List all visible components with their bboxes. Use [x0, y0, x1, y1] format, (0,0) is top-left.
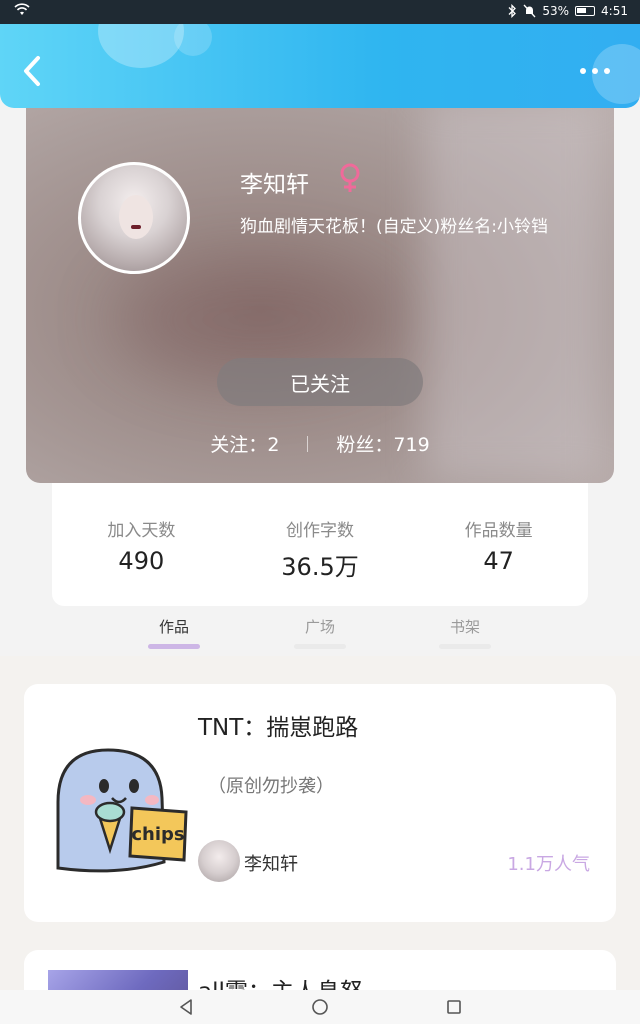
author-avatar[interactable]	[198, 840, 240, 882]
tab-bar: 作品 广场 书架	[0, 606, 640, 656]
background-blur	[424, 100, 604, 480]
following-label: 关注：	[210, 434, 268, 456]
stats-card: 加入天数 490 创作字数 36.5万 作品数量 47	[52, 478, 588, 606]
stat-works-count: 作品数量 47	[409, 478, 588, 606]
clock: 4:51	[601, 4, 628, 18]
following-stat[interactable]: 关注：2	[210, 430, 279, 457]
female-icon	[340, 163, 360, 192]
tab-label: 书架	[449, 618, 480, 636]
fans-label: 粉丝：	[336, 434, 394, 456]
work-subtitle: （原创勿抄袭）	[208, 776, 334, 797]
decor-bubble	[98, 24, 184, 68]
wifi-icon	[14, 3, 30, 15]
circle-home-icon[interactable]	[308, 995, 332, 1019]
following-count: 2	[267, 434, 280, 456]
avatar[interactable]	[78, 162, 190, 274]
dot	[580, 68, 586, 74]
stat-join-days: 加入天数 490	[52, 478, 231, 606]
stat-value: 490	[118, 547, 165, 575]
follow-button[interactable]: 已关注	[217, 358, 423, 406]
bluetooth-icon	[508, 4, 517, 18]
avatar-face	[119, 195, 153, 239]
user-name: 李知轩	[240, 172, 309, 198]
tab-plaza[interactable]: 广场	[290, 616, 350, 649]
tab-indicator	[148, 644, 200, 649]
triangle-back-icon[interactable]	[174, 995, 198, 1019]
battery-percent: 53%	[542, 4, 570, 18]
battery-icon	[575, 6, 596, 16]
stat-word-count: 创作字数 36.5万	[231, 478, 410, 606]
tab-label: 作品	[158, 618, 189, 636]
dot	[604, 68, 610, 74]
follow-stats: 关注：2 粉丝：719	[26, 430, 614, 457]
avatar-lips	[131, 225, 141, 229]
tab-indicator	[294, 644, 346, 649]
stat-value: 47	[483, 547, 514, 575]
system-nav-bar	[0, 990, 640, 1024]
more-dots-icon[interactable]	[580, 68, 610, 74]
mute-bell-icon	[523, 4, 536, 18]
decor-bubble	[174, 24, 212, 56]
status-bar: 53% 4:51	[0, 0, 640, 24]
stat-label: 作品数量	[464, 521, 533, 541]
back-arrow-icon[interactable]	[18, 54, 48, 88]
stat-label: 创作字数	[286, 521, 354, 541]
work-card[interactable]: chips TNT：揣崽跑路 （原创勿抄袭） 李知轩 1.1万人气	[24, 684, 616, 922]
tab-bookshelf[interactable]: 书架	[435, 616, 495, 649]
cover-text: chips	[131, 824, 184, 845]
stat-value: 36.5万	[281, 553, 359, 581]
work-title[interactable]: TNT：揣崽跑路	[198, 708, 358, 742]
tab-label: 广场	[304, 618, 335, 636]
tab-indicator	[439, 644, 491, 649]
tab-works[interactable]: 作品	[144, 616, 204, 649]
square-recent-icon[interactable]	[442, 995, 466, 1019]
decor-bubble	[592, 44, 640, 104]
fans-stat[interactable]: 粉丝：719	[336, 430, 429, 457]
header-bar	[0, 24, 640, 108]
fans-count: 719	[393, 434, 430, 456]
stat-label: 加入天数	[107, 521, 176, 541]
user-bio: 狗血剧情天花板！(自定义)粉丝名:小铃铛	[240, 217, 548, 237]
dot	[592, 68, 598, 74]
popularity-count: 1.1万人气	[507, 854, 590, 875]
stats-divider	[307, 435, 309, 452]
work-cover-image[interactable]: chips	[48, 742, 188, 886]
author-name[interactable]: 李知轩	[244, 850, 298, 876]
profile-card: 李知轩 狗血剧情天花板！(自定义)粉丝名:小铃铛 已关注 关注：2 粉丝：719	[26, 100, 614, 483]
